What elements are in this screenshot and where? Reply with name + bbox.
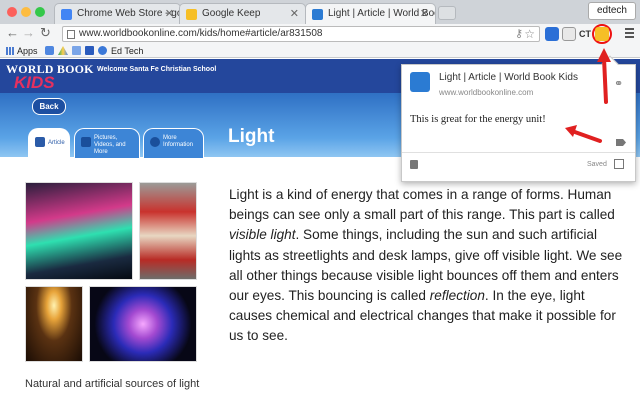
arrow-to-note [570, 129, 602, 143]
arrow-to-keep-icon [602, 56, 608, 104]
annotation-arrows [565, 48, 611, 143]
browser-window: Chrome Web Store - googl ✕ Google Keep ✕… [0, 0, 640, 412]
arrow-head [597, 48, 611, 62]
